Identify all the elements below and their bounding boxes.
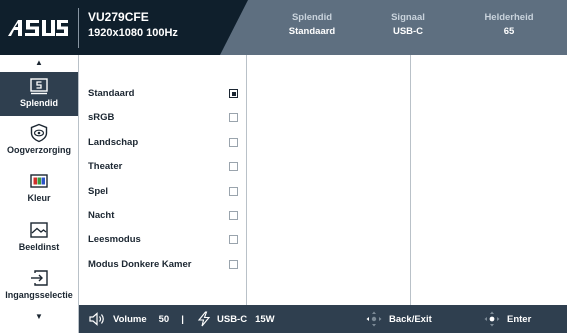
- enter-shortcut[interactable]: Enter: [483, 305, 531, 333]
- status-signal-value: USB-C: [392, 26, 424, 37]
- sidebar-item-label: Beeldinst: [18, 242, 60, 252]
- option-checkbox[interactable]: [229, 259, 238, 269]
- back-exit-shortcut[interactable]: Back/Exit: [365, 305, 432, 333]
- input-select-icon: [31, 270, 48, 286]
- option-checkbox[interactable]: [229, 186, 238, 196]
- option-label: Spel: [88, 185, 109, 197]
- sidebar-item-label: Kleur: [27, 193, 51, 203]
- status-splendid-label: Splendid: [291, 12, 333, 23]
- sidebar-item-label: Oogverzorging: [6, 145, 71, 155]
- sidebar-item-splendid[interactable]: Splendid: [0, 72, 78, 116]
- splendid-options-list: Standaard sRGB Landschap Theater Spel Na…: [88, 84, 248, 279]
- option-label: Standaard: [88, 88, 135, 99]
- volume-value: 50: [158, 313, 170, 325]
- option-nacht[interactable]: Nacht: [88, 206, 248, 230]
- option-checkbox[interactable]: [229, 210, 238, 220]
- status-splendid: Splendid Standaard: [257, 12, 367, 37]
- status-brightness: Helderheid 65: [454, 12, 564, 37]
- image-icon: [30, 222, 48, 238]
- sidebar-border: [78, 55, 79, 333]
- option-checkbox[interactable]: [229, 235, 238, 245]
- option-theater[interactable]: Theater: [88, 157, 248, 181]
- pane-divider-2: [410, 55, 411, 305]
- option-checkbox[interactable]: [229, 89, 238, 98]
- color-icon: [30, 174, 48, 188]
- usbc-power-shortcut[interactable]: USB-C 15W: [197, 305, 275, 333]
- usbc-power-value: 15W: [255, 313, 275, 325]
- option-spel[interactable]: Spel: [88, 182, 248, 206]
- speaker-icon: [89, 312, 104, 326]
- option-leesmodus[interactable]: Leesmodus: [88, 230, 248, 254]
- status-signal-label: Signaal: [391, 12, 425, 23]
- sidebar-item-color[interactable]: Kleur: [0, 167, 78, 211]
- splendid-icon: [30, 78, 48, 95]
- option-landschap[interactable]: Landschap: [88, 133, 248, 157]
- option-label: sRGB: [88, 112, 115, 124]
- scroll-up-arrow[interactable]: ▲: [0, 58, 78, 67]
- lightning-icon: [197, 311, 211, 327]
- option-label: Leesmodus: [88, 234, 141, 246]
- option-checkbox[interactable]: [229, 113, 238, 123]
- scroll-down-arrow[interactable]: ▼: [0, 312, 78, 321]
- eye-care-icon: [30, 123, 48, 143]
- footer-bar: Volume 50 | USB-C 15W Back/Exit Enter: [79, 305, 567, 333]
- back-exit-label: Back/Exit: [389, 313, 432, 325]
- header-divider: [78, 8, 79, 48]
- option-standaard[interactable]: Standaard: [88, 84, 248, 108]
- option-checkbox[interactable]: [229, 137, 238, 147]
- option-srgb[interactable]: sRGB: [88, 108, 248, 132]
- monitor-model: VU279CFE: [88, 10, 149, 24]
- option-checkbox[interactable]: [229, 162, 238, 172]
- option-label: Modus Donkere Kamer: [88, 258, 192, 270]
- joystick-left-icon: [366, 311, 382, 327]
- joystick-press-icon: [484, 311, 500, 327]
- status-signal: Signaal USB-C: [353, 12, 463, 37]
- status-splendid-value: Standaard: [288, 26, 336, 37]
- option-modus-donkere-kamer[interactable]: Modus Donkere Kamer: [88, 255, 248, 279]
- sidebar-item-label: Splendid: [20, 98, 58, 108]
- resolution-readout: 1920x1080 100Hz: [88, 27, 178, 39]
- footer-separator: |: [181, 313, 184, 325]
- status-brightness-label: Helderheid: [484, 12, 534, 23]
- sidebar-item-input-select[interactable]: Ingangsselectie: [0, 264, 78, 308]
- sidebar-item-eye-care[interactable]: Oogverzorging: [0, 119, 78, 163]
- sidebar-item-image[interactable]: Beeldinst: [0, 216, 78, 260]
- option-label: Landschap: [88, 136, 139, 148]
- volume-shortcut[interactable]: Volume 50 |: [89, 305, 184, 333]
- usbc-label: USB-C: [217, 313, 248, 325]
- volume-label: Volume: [113, 313, 147, 325]
- status-brightness-value: 65: [503, 26, 515, 37]
- option-label: Nacht: [88, 209, 115, 221]
- option-label: Theater: [88, 161, 123, 173]
- enter-label: Enter: [507, 313, 532, 325]
- asus-logo: [8, 20, 68, 36]
- sidebar-item-label: Ingangsselectie: [5, 290, 73, 300]
